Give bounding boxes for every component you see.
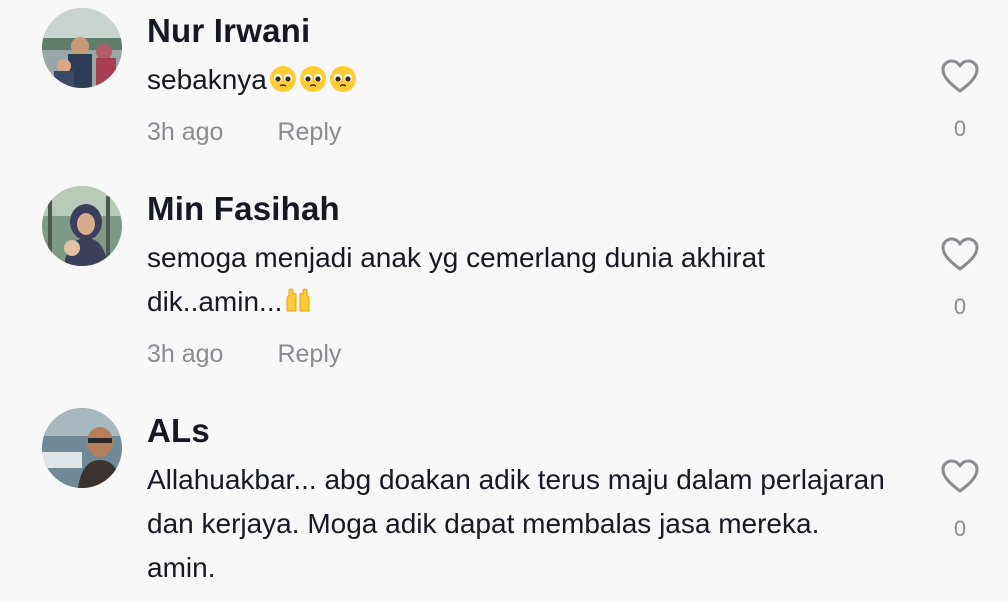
like-button[interactable]: 0 [938, 458, 982, 542]
comment-timestamp: 3h ago [147, 340, 224, 368]
heart-outline-icon[interactable] [940, 58, 980, 94]
comment-timestamp: 3h ago [147, 118, 224, 146]
comment-username[interactable]: ALs [147, 412, 210, 450]
avatar[interactable] [42, 186, 122, 266]
like-button[interactable]: 0 [938, 58, 982, 142]
comment-text: sebaknya [147, 58, 887, 102]
comment-username[interactable]: Min Fasihah [147, 190, 340, 228]
comment-username[interactable]: Nur Irwani [147, 12, 310, 50]
pleading-face-emoji [297, 64, 327, 95]
pleading-face-emoji [267, 64, 297, 95]
heart-outline-icon[interactable] [940, 458, 980, 494]
like-count: 0 [953, 294, 967, 319]
like-button[interactable]: 0 [938, 236, 982, 320]
comment-meta: 3h ago Reply [147, 118, 341, 147]
reply-button[interactable]: Reply [277, 340, 341, 368]
comment-meta: 3h ago Reply [147, 340, 341, 369]
avatar[interactable] [42, 8, 122, 88]
heart-outline-icon[interactable] [940, 236, 980, 272]
like-count: 0 [953, 116, 967, 141]
reply-button[interactable]: Reply [277, 118, 341, 146]
comment-text: semoga menjadi anak yg cemerlang dunia a… [147, 236, 887, 324]
like-count: 0 [953, 516, 967, 541]
raising-hands-emoji [282, 286, 312, 317]
comment-text: Allahuakbar... abg doakan adik terus maj… [147, 464, 885, 583]
avatar[interactable] [42, 408, 122, 488]
pleading-face-emoji [327, 64, 357, 95]
comment-text-body: semoga menjadi anak yg cemerlang dunia a… [147, 242, 765, 317]
comment-text-body: sebaknya [147, 64, 267, 95]
